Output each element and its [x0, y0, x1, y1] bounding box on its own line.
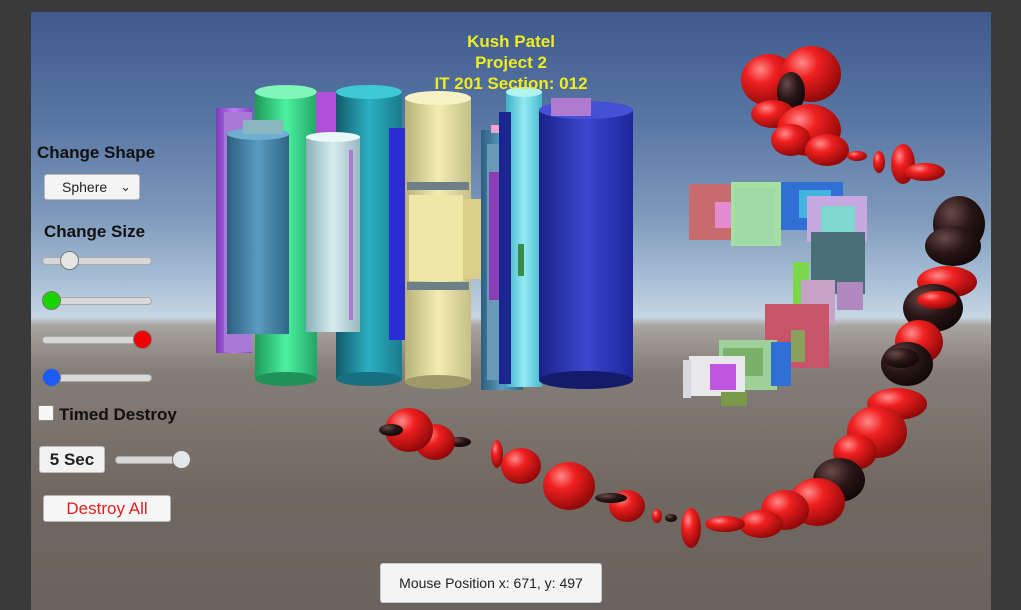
timed-destroy-label: Timed Destroy: [59, 405, 177, 424]
cube-cluster: [683, 182, 867, 406]
game-viewport[interactable]: Kush Patel Project 2 IT 201 Section: 012…: [31, 12, 991, 610]
destroy-all-button[interactable]: Destroy All: [43, 495, 171, 522]
3d-scene[interactable]: [31, 12, 991, 610]
chevron-down-icon: ⌄: [120, 179, 131, 194]
mouse-position-readout: Mouse Position x: 671, y: 497: [380, 563, 602, 603]
size-slider[interactable]: [42, 257, 152, 265]
title-section: IT 201 Section: 012: [434, 74, 588, 93]
shape-dropdown-value: Sphere: [62, 179, 108, 195]
blue-slider-handle[interactable]: [42, 368, 61, 387]
green-slider-handle[interactable]: [133, 330, 152, 349]
change-size-label: Change Size: [44, 222, 146, 241]
timed-destroy-checkbox[interactable]: [38, 405, 54, 421]
title-project: Project 2: [475, 53, 547, 72]
red-slider-handle[interactable]: [42, 291, 61, 310]
shape-dropdown[interactable]: Sphere ⌄: [44, 174, 140, 200]
change-shape-label: Change Shape: [37, 143, 156, 162]
title-name: Kush Patel: [467, 32, 555, 51]
seconds-slider-handle[interactable]: [172, 450, 191, 469]
seconds-label: 5 Sec: [39, 446, 105, 473]
cylinder-cluster: [216, 85, 633, 390]
